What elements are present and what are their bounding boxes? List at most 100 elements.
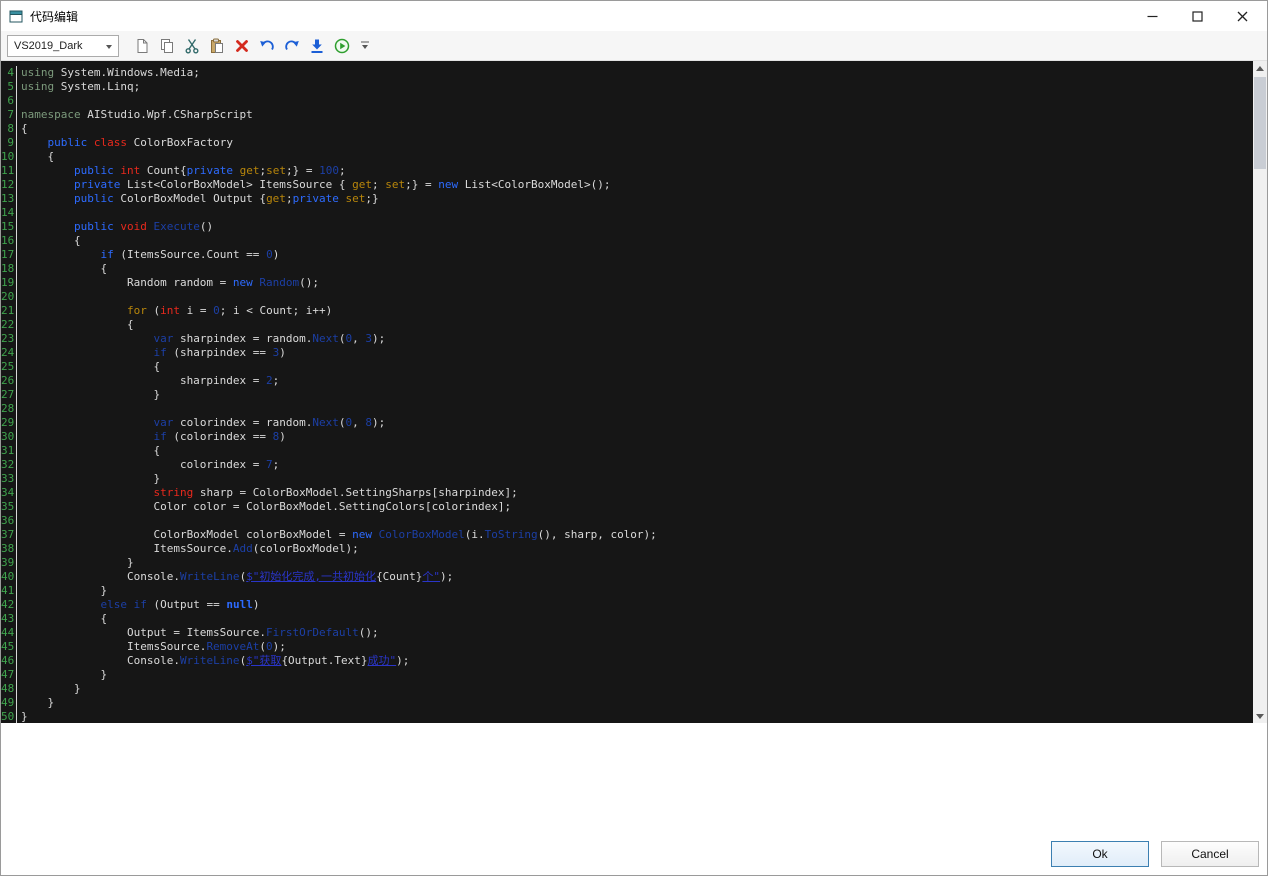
- save-icon[interactable]: [304, 33, 329, 59]
- line-number: 23: [1, 332, 17, 346]
- line-number: 28: [1, 402, 17, 416]
- code-line: 37 ColorBoxModel colorBoxModel = new Col…: [1, 528, 1255, 542]
- run-icon[interactable]: [329, 33, 354, 59]
- scroll-down-icon[interactable]: [1253, 709, 1267, 723]
- code-text: public void Execute(): [21, 220, 213, 234]
- theme-selector[interactable]: VS2019_Dark: [7, 35, 119, 57]
- line-number: 21: [1, 304, 17, 318]
- line-number: 43: [1, 612, 17, 626]
- code-text: ItemsSource.RemoveAt(0);: [21, 640, 286, 654]
- line-number: 32: [1, 458, 17, 472]
- line-number: 11: [1, 164, 17, 178]
- code-text: {: [21, 612, 107, 626]
- code-text: for (int i = 0; i < Count; i++): [21, 304, 332, 318]
- minimize-icon[interactable]: [1130, 1, 1175, 31]
- line-number: 31: [1, 444, 17, 458]
- paste-icon[interactable]: [204, 33, 229, 59]
- code-line: 28: [1, 402, 1255, 416]
- title-bar: 代码编辑: [1, 1, 1267, 31]
- code-text: }: [21, 556, 134, 570]
- scrollbar-thumb[interactable]: [1254, 77, 1266, 169]
- line-number: 33: [1, 472, 17, 486]
- copy-icon[interactable]: [154, 33, 179, 59]
- code-text: Console.WriteLine($"初始化完成,一共初始化{Count}个"…: [21, 570, 453, 584]
- editor-scrollbar[interactable]: [1253, 61, 1267, 723]
- redo-icon[interactable]: [279, 33, 304, 59]
- line-number: 42: [1, 598, 17, 612]
- line-number: 39: [1, 556, 17, 570]
- code-text: using System.Linq;: [21, 80, 140, 94]
- code-text: colorindex = 7;: [21, 458, 279, 472]
- line-number: 15: [1, 220, 17, 234]
- code-line: 7namespace AIStudio.Wpf.CSharpScript: [1, 108, 1255, 122]
- code-line: 9 public class ColorBoxFactory: [1, 136, 1255, 150]
- line-number: 35: [1, 500, 17, 514]
- code-text: {: [21, 318, 134, 332]
- code-line: 50}: [1, 710, 1255, 723]
- undo-icon[interactable]: [254, 33, 279, 59]
- maximize-icon[interactable]: [1175, 1, 1220, 31]
- code-line: 5using System.Linq;: [1, 80, 1255, 94]
- close-icon[interactable]: [1220, 1, 1265, 31]
- line-number: 44: [1, 626, 17, 640]
- line-number: 27: [1, 388, 17, 402]
- cut-icon[interactable]: [179, 33, 204, 59]
- line-number: 6: [1, 94, 17, 108]
- code-text: using System.Windows.Media;: [21, 66, 200, 80]
- code-line: 41 }: [1, 584, 1255, 598]
- line-number: 25: [1, 360, 17, 374]
- delete-icon[interactable]: [229, 33, 254, 59]
- line-number: 34: [1, 486, 17, 500]
- code-text: string sharp = ColorBoxModel.SettingShar…: [21, 486, 518, 500]
- ok-button[interactable]: Ok: [1051, 841, 1149, 867]
- line-number: 26: [1, 374, 17, 388]
- code-edit-window: { "window": { "title": "代码编辑", "icon": "…: [0, 0, 1268, 876]
- cancel-button[interactable]: Cancel: [1161, 841, 1259, 867]
- code-text: }: [21, 682, 81, 696]
- code-editor[interactable]: 4 using System.Windows.Media;5using Syste…: [1, 61, 1255, 723]
- line-number: 22: [1, 318, 17, 332]
- code-line: 36: [1, 514, 1255, 528]
- line-number: 49: [1, 696, 17, 710]
- line-number: 40: [1, 570, 17, 584]
- line-number: 37: [1, 528, 17, 542]
- scroll-up-icon[interactable]: [1253, 61, 1267, 75]
- code-line: 17 if (ItemsSource.Count == 0): [1, 248, 1255, 262]
- line-number: 4: [1, 66, 17, 80]
- line-number: 48: [1, 682, 17, 696]
- code-text: namespace AIStudio.Wpf.CSharpScript: [21, 108, 253, 122]
- code-text: private List<ColorBoxModel> ItemsSource …: [21, 178, 610, 192]
- code-line: 16 {: [1, 234, 1255, 248]
- code-line: 19 Random random = new Random();: [1, 276, 1255, 290]
- code-text: var colorindex = random.Next(0, 8);: [21, 416, 385, 430]
- code-line: 26 sharpindex = 2;: [1, 374, 1255, 388]
- code-line: 31 {: [1, 444, 1255, 458]
- code-line: 40 Console.WriteLine($"初始化完成,一共初始化{Count…: [1, 570, 1255, 584]
- code-line: 6: [1, 94, 1255, 108]
- line-number: 19: [1, 276, 17, 290]
- line-number: 18: [1, 262, 17, 276]
- code-line: 33 }: [1, 472, 1255, 486]
- code-text: }: [21, 710, 28, 723]
- toolbar: VS2019_Dark: [1, 31, 1267, 61]
- code-line: 10 {: [1, 150, 1255, 164]
- code-text: Output = ItemsSource.FirstOrDefault();: [21, 626, 379, 640]
- new-file-icon[interactable]: [129, 33, 154, 59]
- code-text: {: [21, 122, 28, 136]
- code-line: 39 }: [1, 556, 1255, 570]
- code-line: 48 }: [1, 682, 1255, 696]
- code-text: if (sharpindex == 3): [21, 346, 286, 360]
- code-line: 35 Color color = ColorBoxModel.SettingCo…: [1, 500, 1255, 514]
- code-text: Random random = new Random();: [21, 276, 319, 290]
- line-number: 14: [1, 206, 17, 220]
- window-title: 代码编辑: [30, 8, 78, 25]
- toolbar-overflow-icon[interactable]: [358, 33, 372, 59]
- code-line: 20: [1, 290, 1255, 304]
- line-number: 50: [1, 710, 17, 723]
- code-text: }: [21, 388, 160, 402]
- code-text: {: [21, 150, 54, 164]
- line-number: 41: [1, 584, 17, 598]
- code-line: 23 var sharpindex = random.Next(0, 3);: [1, 332, 1255, 346]
- code-line: 21 for (int i = 0; i < Count; i++): [1, 304, 1255, 318]
- code-text: }: [21, 696, 54, 710]
